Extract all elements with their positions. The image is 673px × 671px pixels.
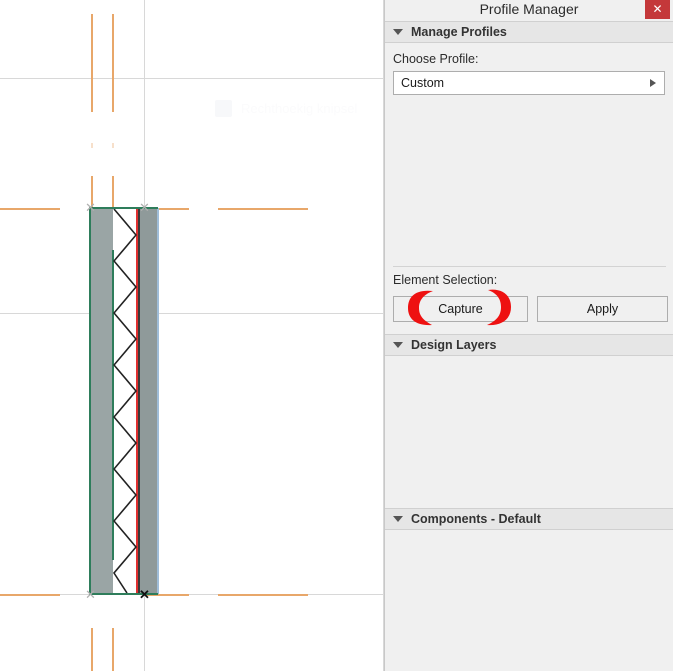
wall-layer-outer-edge xyxy=(89,208,91,594)
snip-tool-label: Rechthoekig knipsel xyxy=(241,101,358,116)
construction-line xyxy=(112,176,114,208)
wall-layer-inner xyxy=(139,208,158,594)
section-components[interactable]: Components - Default xyxy=(385,508,673,530)
close-button[interactable]: ✕ xyxy=(645,0,670,19)
grid-line-horizontal xyxy=(0,78,384,79)
profile-manager-panel: Profile Manager ✕ Manage Profiles Choose… xyxy=(384,0,673,671)
construction-line xyxy=(218,208,308,210)
divider xyxy=(393,266,666,267)
construction-line xyxy=(91,14,93,112)
construction-line xyxy=(218,594,308,596)
wall-inner-edge-dark xyxy=(138,208,140,594)
capture-button[interactable]: Capture xyxy=(393,296,528,322)
construction-line xyxy=(0,208,60,210)
panel-title: Profile Manager xyxy=(479,1,579,17)
node-marker[interactable]: ✕ xyxy=(84,588,97,601)
node-marker-selected[interactable]: ✕ xyxy=(138,588,151,601)
node-marker[interactable]: ✕ xyxy=(84,201,97,214)
section-manage-profiles-label: Manage Profiles xyxy=(411,25,507,39)
construction-line xyxy=(91,628,93,671)
snip-tool-watermark: Rechthoekig knipsel xyxy=(215,100,357,117)
apply-button[interactable]: Apply xyxy=(537,296,668,322)
grid-line-horizontal xyxy=(0,313,384,314)
insulation-hatch xyxy=(113,209,137,593)
chevron-down-icon xyxy=(393,516,403,522)
chevron-right-icon xyxy=(650,79,656,87)
construction-line xyxy=(91,143,93,148)
chevron-down-icon xyxy=(393,342,403,348)
profile-select-value: Custom xyxy=(401,76,445,90)
wall-outer-edge-blue xyxy=(157,208,159,594)
construction-line xyxy=(0,594,60,596)
section-manage-profiles[interactable]: Manage Profiles xyxy=(385,21,673,43)
section-components-label: Components - Default xyxy=(411,512,541,526)
wall-layer-outer xyxy=(90,208,113,594)
node-marker[interactable]: ✕ xyxy=(138,201,151,214)
section-design-layers-label: Design Layers xyxy=(411,338,497,352)
cad-drawing-canvas[interactable]: ✕ ✕ ✕ ✕ Rechthoekig knipsel xyxy=(0,0,384,671)
choose-profile-label: Choose Profile: xyxy=(393,52,479,66)
construction-line xyxy=(112,143,114,148)
panel-titlebar: Profile Manager ✕ xyxy=(385,0,673,21)
section-design-layers[interactable]: Design Layers xyxy=(385,334,673,356)
construction-line xyxy=(112,14,114,112)
element-selection-label: Element Selection: xyxy=(393,273,498,287)
snip-tool-icon xyxy=(215,100,232,117)
construction-line xyxy=(112,628,114,671)
profile-select[interactable]: Custom xyxy=(393,71,665,95)
chevron-down-icon xyxy=(393,29,403,35)
